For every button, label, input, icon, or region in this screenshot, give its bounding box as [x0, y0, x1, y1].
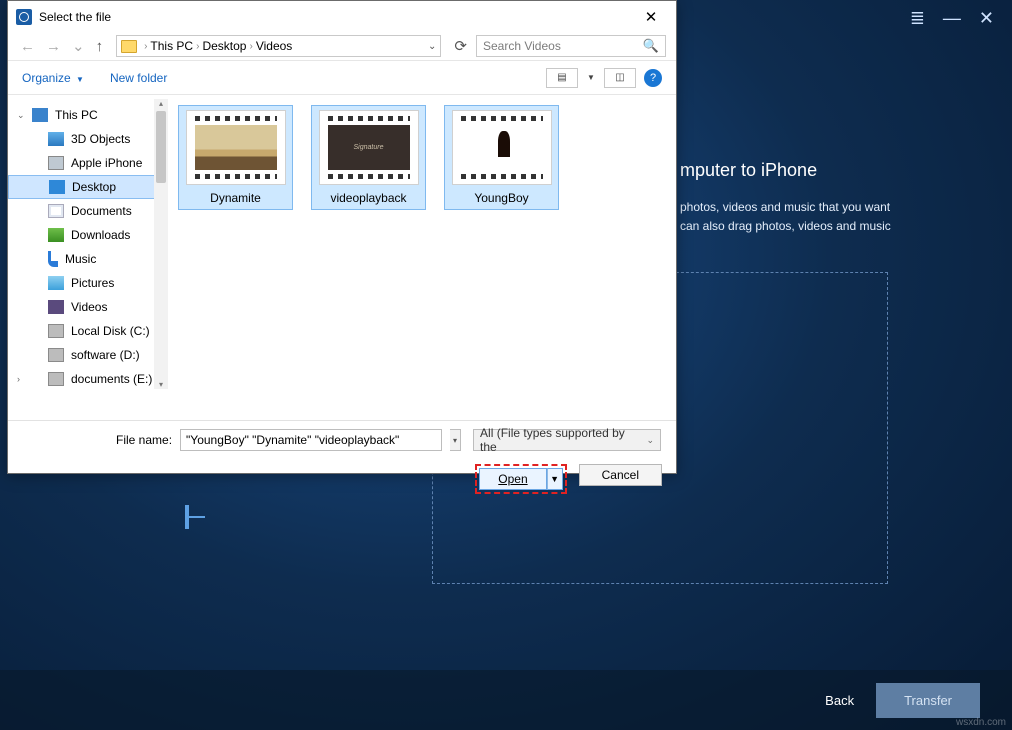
list-icon[interactable]: ≣ — [910, 8, 925, 29]
filename-dropdown[interactable]: ▾ — [450, 429, 461, 451]
filename-input[interactable] — [180, 429, 442, 451]
tree-item-3d-objects[interactable]: 3D Objects — [8, 127, 166, 151]
minimize-icon[interactable]: — — [943, 8, 961, 29]
help-icon[interactable]: ? — [644, 69, 662, 87]
view-mode-button[interactable]: ▤ — [546, 68, 578, 88]
file-dialog: Select the file ✕ ← → ⌄ ↑ › This PC › De… — [7, 0, 677, 474]
search-placeholder: Search Videos — [483, 39, 561, 53]
tree-item-iphone[interactable]: Apple iPhone — [8, 151, 166, 175]
open-dropdown[interactable]: ▼ — [547, 468, 563, 490]
tree-item-desktop[interactable]: Desktop — [8, 175, 166, 199]
breadcrumb-item[interactable]: Videos — [256, 39, 292, 53]
tree-item-pictures[interactable]: Pictures — [8, 271, 166, 295]
folder-icon — [121, 40, 137, 53]
open-button[interactable]: Open — [479, 468, 546, 490]
address-dropdown[interactable]: ⌄ — [428, 41, 436, 52]
tree-item-music[interactable]: Music — [8, 247, 166, 271]
organize-button[interactable]: Organize ▼ — [22, 71, 84, 85]
preview-pane-button[interactable]: ◫ — [604, 68, 636, 88]
file-item[interactable]: Signature videoplayback — [311, 105, 426, 210]
tree-item-documents-drive[interactable]: ›documents (E:) — [8, 367, 166, 391]
back-button[interactable]: Back — [825, 693, 854, 708]
dialog-title: Select the file — [39, 10, 634, 24]
file-name: Dynamite — [183, 191, 288, 205]
filetype-select[interactable]: All (File types supported by the⌄ — [473, 429, 661, 451]
tree-item-local-disk[interactable]: Local Disk (C:) — [8, 319, 166, 343]
tree-item-this-pc[interactable]: ⌄This PC — [8, 103, 166, 127]
tree-item-documents[interactable]: Documents — [8, 199, 166, 223]
breadcrumb-item[interactable]: Desktop — [202, 39, 246, 53]
nav-forward-icon[interactable]: → — [44, 38, 63, 55]
file-list: Dynamite Signature videoplayback YoungBo… — [168, 95, 676, 420]
page-title: mputer to iPhone — [680, 160, 817, 181]
view-mode-dropdown[interactable]: ▼ — [586, 68, 596, 88]
tree-scrollbar[interactable]: ▴▾ — [154, 99, 168, 389]
search-input[interactable]: Search Videos 🔍 — [476, 35, 666, 57]
tree-item-videos[interactable]: Videos — [8, 295, 166, 319]
search-icon: 🔍 — [643, 38, 659, 54]
tree-item-software-drive[interactable]: software (D:) — [8, 343, 166, 367]
cancel-button[interactable]: Cancel — [579, 464, 662, 486]
open-highlight: Open▼ — [475, 464, 566, 494]
tree-item-downloads[interactable]: Downloads — [8, 223, 166, 247]
folder-tree: ⌄This PC 3D Objects Apple iPhone Desktop… — [8, 95, 168, 420]
nav-history-dropdown[interactable]: ⌄ — [70, 37, 87, 55]
nav-back-icon[interactable]: ← — [18, 38, 37, 55]
address-bar[interactable]: › This PC › Desktop › Videos ⌄ — [116, 35, 441, 57]
dialog-close-button[interactable]: ✕ — [634, 8, 668, 26]
filename-label: File name: — [116, 433, 172, 447]
close-icon[interactable]: ✕ — [979, 8, 994, 29]
file-name: YoungBoy — [449, 191, 554, 205]
file-name: videoplayback — [316, 191, 421, 205]
app-icon — [16, 9, 32, 25]
file-item[interactable]: Dynamite — [178, 105, 293, 210]
breadcrumb-item[interactable]: This PC — [150, 39, 193, 53]
file-item[interactable]: YoungBoy — [444, 105, 559, 210]
page-subtitle: photos, videos and music that you want c… — [680, 198, 891, 236]
new-folder-button[interactable]: New folder — [110, 71, 167, 85]
watermark: wsxdn.com — [956, 717, 1006, 728]
transfer-button[interactable]: Transfer — [876, 683, 980, 718]
subtitle-line: can also drag photos, videos and music — [680, 217, 891, 236]
refresh-icon[interactable]: ⟳ — [452, 37, 469, 55]
nav-up-icon[interactable]: ↑ — [94, 38, 106, 55]
subtitle-line: photos, videos and music that you want — [680, 198, 891, 217]
